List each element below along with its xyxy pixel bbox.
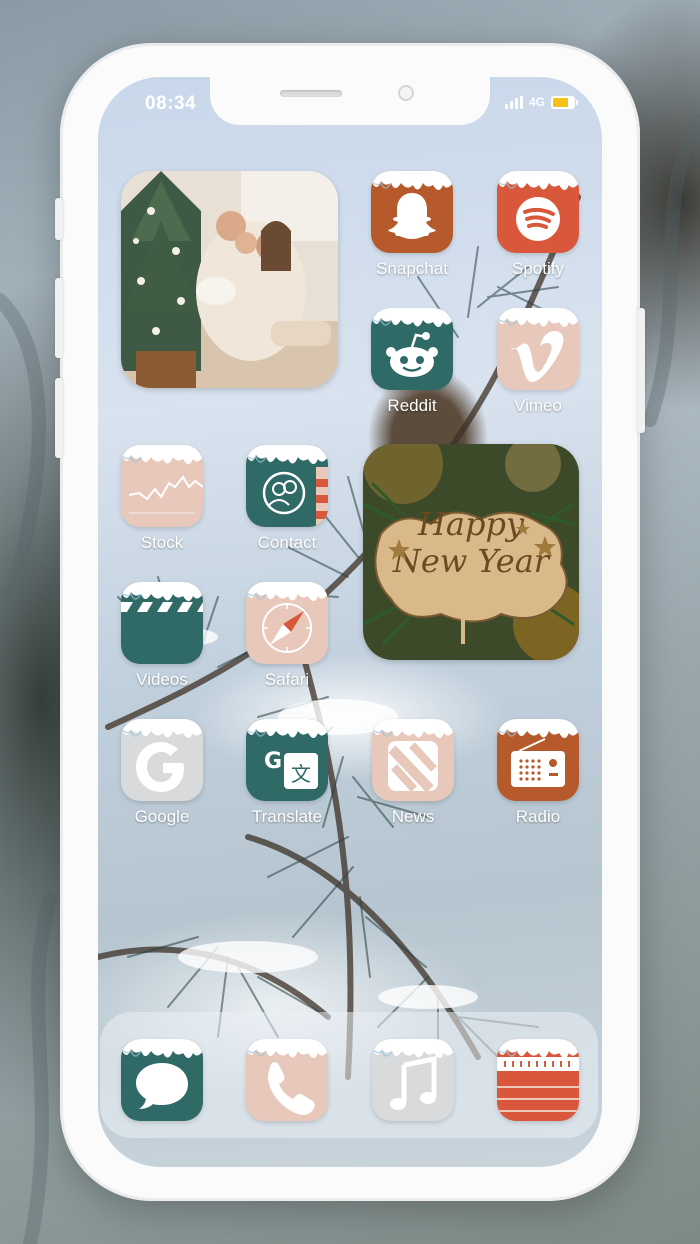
app-stock[interactable]: Stock [121,445,203,553]
app-label-news: News [391,807,435,826]
silent-switch[interactable] [55,198,63,240]
app-label-translate: Translate [251,807,323,826]
snow-cap-icon [121,582,203,601]
snow-cap-icon [497,308,579,327]
app-label-reddit: Reddit [387,396,437,415]
speaker-grille [280,90,342,97]
app-news[interactable]: News [372,719,454,827]
app-translate[interactable]: G 文 Translate [246,719,328,827]
app-videos[interactable]: Videos [121,582,203,690]
app-label-vimeo: Vimeo [514,396,562,415]
app-label-radio: Radio [515,807,561,826]
status-time: 08:34 [145,93,197,114]
reddit-alien-icon[interactable] [371,308,453,390]
app-reddit[interactable]: Reddit [371,308,453,416]
volume-up-button[interactable] [55,278,63,358]
contacts-icon[interactable] [246,445,328,527]
snow-cap-icon [246,445,328,464]
stock-chart-icon[interactable] [121,445,203,527]
app-label-videos: Videos [136,670,188,689]
snow-cap-icon [372,1039,454,1058]
compass-icon[interactable] [246,582,328,664]
snow-cap-icon [246,1039,328,1058]
dock-app-phone[interactable] [246,1039,328,1121]
status-indicators: 4G [505,95,579,109]
translate-icon[interactable]: G文 [246,719,328,801]
snow-cap-icon [371,308,453,327]
app-vimeo[interactable]: Vimeo [497,308,579,416]
snow-cap-icon [121,445,203,464]
snow-cap-icon [121,1039,203,1058]
dock-app-messages[interactable] [121,1039,203,1121]
dock-app-music[interactable] [372,1039,454,1121]
svg-text:G: G [264,749,282,774]
music-note-icon[interactable] [372,1039,454,1121]
radio-icon[interactable] [497,719,579,801]
app-label-spotify: Spotify [512,259,564,278]
snow-cap-icon [372,719,454,738]
network-type: 4G [529,95,546,109]
app-radio[interactable]: Radio [497,719,579,827]
app-label-stock: Stock [140,533,184,552]
clapperboard-icon[interactable] [121,582,203,664]
app-spotify[interactable]: Spotify [497,171,579,279]
phone-handset-icon[interactable] [246,1039,328,1121]
photo-widget-new-year[interactable]: Happy New Year [363,444,579,660]
app-contact[interactable]: Contact [246,445,328,553]
notch [210,77,490,125]
app-label-contact: Contact [257,533,317,552]
app-google[interactable]: Google [121,719,203,827]
vimeo-icon[interactable] [497,308,579,390]
volume-down-button[interactable] [55,378,63,458]
signal-bars-icon [505,96,523,109]
google-icon[interactable] [121,719,203,801]
battery-icon [551,96,579,109]
snow-cap-icon [497,719,579,738]
speech-bubble-icon[interactable] [121,1039,203,1121]
star-decorations-icon [388,522,556,560]
snow-cap-icon [121,719,203,738]
family-christmas-photo [121,171,338,388]
snow-cap-icon [246,719,328,738]
app-label-snapchat: Snapchat [376,259,448,278]
front-camera [398,85,414,101]
app-safari[interactable]: Safari [246,582,328,690]
app-label-safari: Safari [264,670,310,689]
spotify-icon[interactable] [497,171,579,253]
app-label-google: Google [134,807,190,826]
photo-widget-family[interactable] [121,171,338,388]
snow-cap-icon [497,171,579,190]
ghost-icon[interactable] [371,171,453,253]
news-icon[interactable] [372,719,454,801]
snow-cap-icon [497,1039,579,1058]
calendar-icon[interactable] [497,1039,579,1121]
power-button[interactable] [637,308,645,433]
snow-cap-icon [246,582,328,601]
snow-cap-icon [371,171,453,190]
svg-text:文: 文 [291,762,311,786]
dock-app-calendar[interactable] [497,1039,579,1121]
app-snapchat[interactable]: Snapchat [371,171,453,279]
